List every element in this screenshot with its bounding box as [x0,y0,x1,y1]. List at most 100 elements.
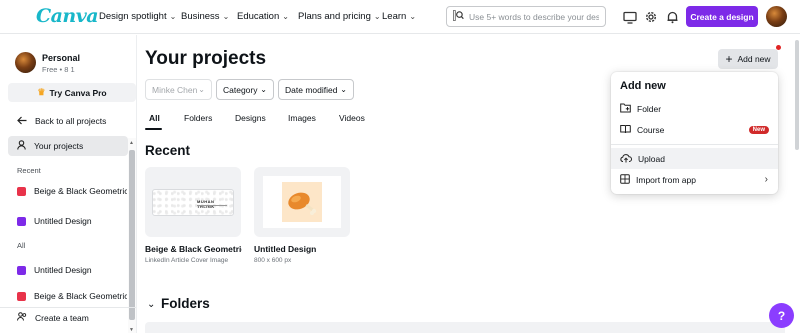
chevron-down-icon: ⌄ [340,85,347,94]
sidebar-item-label: Untitled Design [34,265,92,275]
nav-learn[interactable]: Learn ⌄ [382,11,416,22]
sidebar: Personal Free • 8 1 ♛ Try Canva Pro Back… [0,35,137,333]
bell-icon[interactable] [664,9,680,25]
sidebar-all-item[interactable]: Beige & Black Geometric [17,291,127,301]
design-card-title[interactable]: Beige & Black Geometric ... [145,244,242,254]
menu-title: Add new [620,80,666,92]
plus-icon: + [725,52,733,66]
search-input[interactable] [469,11,599,22]
team-icon [17,312,27,323]
crown-icon: ♛ [37,87,46,97]
sidebar-recent-item[interactable]: Beige & Black Geometric... [17,186,127,196]
scroll-down-icon[interactable]: ▼ [129,327,134,333]
folder-plus-icon [620,103,631,115]
design-card-thumbnail[interactable]: MUHAN TRLINK [145,167,241,237]
sidebar-item-label: Beige & Black Geometric... [34,186,127,196]
chevron-down-icon: ⌄ [169,12,177,21]
design-card-title[interactable]: Untitled Design [254,244,350,254]
category-filter[interactable]: Category ⌄ [216,79,274,100]
scroll-up-icon[interactable]: ▲ [129,140,134,146]
folders-section-title[interactable]: Folders [161,296,210,311]
chevron-down-icon[interactable]: ⌄ [147,299,155,310]
sidebar-recent-item[interactable]: Untitled Design [17,216,127,226]
new-badge: New [748,125,769,134]
search-box [446,6,606,27]
active-tab-indicator [145,128,162,130]
date-modified-filter[interactable]: Date modified ⌄ [278,79,354,100]
menu-item-upload[interactable]: Upload [611,148,778,169]
design-preview [263,176,341,228]
tab-images[interactable]: Images [288,113,316,123]
sidebar-scrollbar-thumb[interactable] [129,150,135,320]
nav-plans-and-pricing[interactable]: Plans and pricing ⌄ [298,11,381,22]
menu-item-folder[interactable]: Folder [611,98,778,119]
create-team-link[interactable]: Create a team [17,312,127,323]
page-title: Your projects [145,48,267,69]
sidebar-item-your-projects[interactable]: Your projects [8,136,128,156]
avatar [15,52,36,73]
sidebar-item-label: Your projects [34,141,84,151]
monitor-icon[interactable] [622,9,638,25]
chevron-right-icon: › [764,174,768,185]
nav-label: Plans and pricing [298,11,371,22]
main-scrollbar-thumb[interactable] [795,40,799,150]
cover-image-preview: MUHAN TRLINK [152,189,234,216]
cloud-upload-icon [620,153,632,165]
nav-education[interactable]: Education ⌄ [237,11,289,22]
chevron-down-icon: ⌄ [282,12,289,21]
add-new-menu: Add new Folder Course New Upload Import … [611,72,778,194]
all-heading: All [17,241,26,250]
nav-label: Education [237,11,280,22]
divider [0,307,136,308]
tab-folders[interactable]: Folders [184,113,212,123]
owner-filter[interactable]: Minke Chen ⌄ [145,79,212,100]
account-plan: Free • 8 1 [42,65,75,74]
nav-label: Design spotlight [99,11,167,22]
menu-item-label: Upload [638,153,665,164]
design-card-thumbnail[interactable] [254,167,350,237]
design-doc-icon [17,291,26,301]
recent-section-title: Recent [145,143,191,158]
canva-logo[interactable]: Canva [36,5,99,27]
divider [611,144,778,145]
sidebar-all-item[interactable]: Untitled Design [17,265,127,275]
notification-dot [776,45,781,50]
create-design-button[interactable]: Create a design [686,6,758,27]
menu-item-import-from-app[interactable]: Import from app › [611,169,778,190]
help-button[interactable]: ? [769,303,794,328]
import-icon [620,173,630,186]
chevron-down-icon: ⌄ [260,85,267,94]
nav-label: Learn [382,11,407,22]
avatar[interactable] [766,6,787,27]
chevron-down-icon: ⌄ [198,85,205,94]
nav-design-spotlight[interactable]: Design spotlight ⌄ [99,11,176,22]
tab-designs[interactable]: Designs [235,113,266,123]
filter-label: Date modified [285,84,338,95]
nav-business[interactable]: Business ⌄ [181,11,229,22]
try-canva-pro-button[interactable]: ♛ Try Canva Pro [8,83,136,102]
gear-icon[interactable] [643,9,659,25]
design-doc-icon [17,216,26,226]
back-label: Back to all projects [35,116,107,126]
search-icon [453,9,464,24]
add-new-label: Add new [737,54,771,64]
tab-videos[interactable]: Videos [339,113,365,123]
add-new-button[interactable]: + Add new [718,49,778,69]
filter-label: Minke Chen [152,84,198,95]
chevron-down-icon: ⌄ [222,12,230,21]
arrow-left-icon [17,116,27,127]
back-to-all-projects[interactable]: Back to all projects [8,111,128,131]
account-name[interactable]: Personal [42,53,80,63]
design-doc-icon [17,265,26,275]
sidebar-item-label: Untitled Design [34,216,92,226]
design-card-subtitle: 800 x 600 px [254,257,292,264]
menu-item-label: Folder [637,103,662,114]
filter-label: Category [223,84,258,95]
tab-all[interactable]: All [149,113,160,123]
design-doc-icon [17,186,26,196]
nav-label: Business [181,11,220,22]
create-team-label: Create a team [35,312,89,323]
chevron-down-icon: ⌄ [373,12,381,21]
menu-item-course[interactable]: Course New [611,119,778,140]
sidebar-item-label: Beige & Black Geometric [34,291,127,301]
